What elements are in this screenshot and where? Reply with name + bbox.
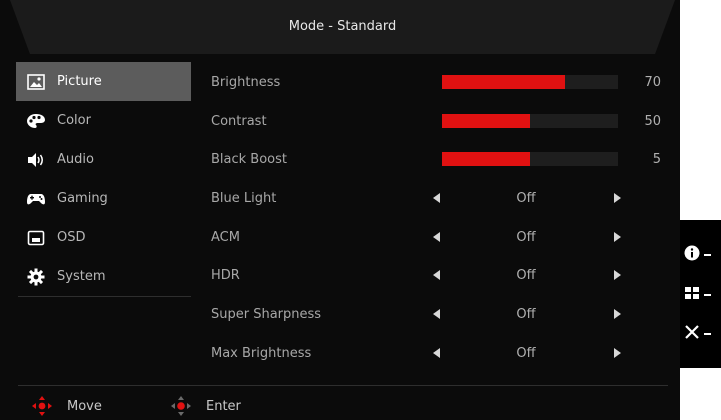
setting-label: Black Boost xyxy=(211,151,288,167)
sidebar-item-gaming[interactable]: Gaming xyxy=(16,179,191,218)
arrow-left-icon[interactable] xyxy=(433,193,440,203)
setting-super-sharpness[interactable]: Super Sharpness Off xyxy=(211,295,661,333)
hdr-value: Off xyxy=(516,267,536,283)
setting-contrast[interactable]: Contrast 50 xyxy=(211,102,661,140)
setting-black-boost[interactable]: Black Boost 5 xyxy=(211,140,661,178)
arrow-left-icon[interactable] xyxy=(433,309,440,319)
header-bar: Mode - Standard xyxy=(10,0,675,54)
footer-move-label: Move xyxy=(67,398,102,414)
hotkey-close[interactable] xyxy=(684,319,721,349)
arrow-right-icon[interactable] xyxy=(614,270,621,280)
sidebar-item-label: Gaming xyxy=(57,191,108,206)
blue-light-value: Off xyxy=(516,190,536,206)
dpad-move-icon xyxy=(31,395,53,417)
arrow-right-icon[interactable] xyxy=(614,309,621,319)
contrast-value: 50 xyxy=(644,113,661,129)
sidebar-item-audio[interactable]: Audio xyxy=(16,140,191,179)
setting-label: ACM xyxy=(211,229,240,245)
arrow-left-icon[interactable] xyxy=(433,348,440,358)
black-boost-slider[interactable] xyxy=(442,152,618,166)
arrow-right-icon[interactable] xyxy=(614,348,621,358)
setting-label: Max Brightness xyxy=(211,345,312,361)
footer-move-hint: Move xyxy=(31,392,102,420)
black-boost-value: 5 xyxy=(652,151,661,167)
sidebar-item-picture[interactable]: Picture xyxy=(16,62,191,101)
picture-icon xyxy=(21,73,51,90)
close-icon xyxy=(684,324,700,344)
gamepad-icon xyxy=(21,191,51,207)
setting-hdr[interactable]: HDR Off xyxy=(211,256,661,294)
sidebar-item-label: Color xyxy=(57,113,91,128)
arrow-left-icon[interactable] xyxy=(433,270,440,280)
sidebar-item-label: OSD xyxy=(57,230,86,245)
arrow-right-icon[interactable] xyxy=(614,193,621,203)
max-brightness-value: Off xyxy=(516,345,536,361)
setting-acm[interactable]: ACM Off xyxy=(211,218,661,256)
sidebar-divider xyxy=(18,296,191,297)
contrast-slider-fill xyxy=(442,114,530,128)
brightness-slider[interactable] xyxy=(442,75,618,89)
arrow-left-icon[interactable] xyxy=(433,232,440,242)
setting-label: Blue Light xyxy=(211,190,277,206)
setting-label: Super Sharpness xyxy=(211,306,322,322)
hotkey-panel xyxy=(680,220,721,368)
setting-max-brightness[interactable]: Max Brightness Off xyxy=(211,334,661,372)
brightness-value: 70 xyxy=(644,74,661,90)
setting-brightness[interactable]: Brightness 70 xyxy=(211,63,661,101)
sidebar-item-color[interactable]: Color xyxy=(16,101,191,140)
footer-enter-hint: Enter xyxy=(170,392,241,420)
super-sharpness-value: Off xyxy=(516,306,536,322)
page-title: Mode - Standard xyxy=(288,19,397,34)
palette-icon xyxy=(21,113,51,129)
sidebar-item-system[interactable]: System xyxy=(16,257,191,296)
gear-icon xyxy=(21,268,51,286)
sidebar-item-label: Audio xyxy=(57,152,94,167)
setting-blue-light[interactable]: Blue Light Off xyxy=(211,179,661,217)
grid-icon xyxy=(684,285,700,305)
black-boost-slider-fill xyxy=(442,152,530,166)
osd-icon xyxy=(21,230,51,246)
footer-divider xyxy=(18,385,668,386)
brightness-slider-fill xyxy=(442,75,566,89)
arrow-right-icon[interactable] xyxy=(614,232,621,242)
setting-label: Brightness xyxy=(211,74,281,90)
acm-value: Off xyxy=(516,229,536,245)
osd-menu: Mode - Standard Picture Color Audio Gami… xyxy=(0,0,680,420)
hotkey-info[interactable] xyxy=(684,240,721,270)
sidebar-item-osd[interactable]: OSD xyxy=(16,218,191,257)
setting-label: HDR xyxy=(211,267,240,283)
footer-enter-label: Enter xyxy=(206,398,241,414)
setting-label: Contrast xyxy=(211,113,267,129)
sidebar-item-label: Picture xyxy=(57,74,102,89)
info-icon xyxy=(684,245,700,265)
dpad-enter-icon xyxy=(170,395,192,417)
sidebar: Picture Color Audio Gaming OSD System xyxy=(16,62,191,296)
sidebar-item-label: System xyxy=(57,269,106,284)
speaker-icon xyxy=(21,152,51,168)
hotkey-grid[interactable] xyxy=(684,280,721,310)
contrast-slider[interactable] xyxy=(442,114,618,128)
